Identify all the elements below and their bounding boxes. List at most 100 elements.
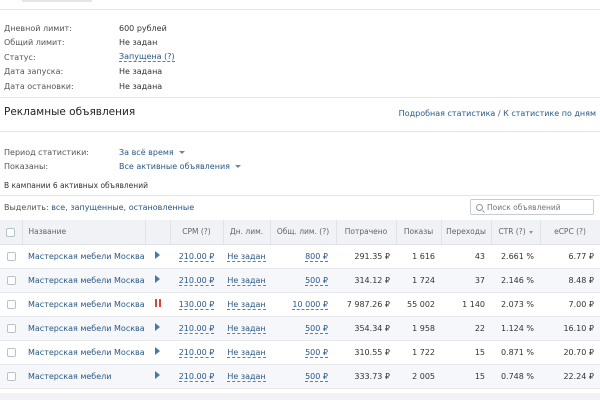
table-row[interactable]: Мастерская мебели Москва 210.00 ₽ Не задан… xyxy=(0,340,600,365)
total-limit-edit-link[interactable]: 500 ₽ xyxy=(305,323,328,334)
shows-cell: 1 958 xyxy=(396,316,441,341)
row-checkbox[interactable] xyxy=(6,323,16,333)
day-limit-edit-link[interactable]: Не задан xyxy=(227,275,266,286)
status-toggle-cell[interactable] xyxy=(145,244,170,269)
row-checkbox[interactable] xyxy=(6,299,16,309)
status-toggle-cell[interactable] xyxy=(145,364,170,389)
cpm-edit-link[interactable]: 210.00 ₽ xyxy=(178,323,215,334)
table-row[interactable]: Мастерская мебели Москва 210.00 ₽ Не задан… xyxy=(0,316,600,341)
day-limit-edit-link[interactable]: Не задан xyxy=(227,371,266,382)
search-input[interactable] xyxy=(487,202,587,212)
play-icon[interactable] xyxy=(155,347,160,355)
spent-cell: 310.55 ₽ xyxy=(336,340,396,365)
ad-name-link[interactable]: Мастерская мебели Москва xyxy=(22,292,145,317)
header-cpm[interactable]: CPM (?) xyxy=(170,220,224,245)
row-checkbox[interactable] xyxy=(6,347,16,357)
ecpc-cell: 16.10 ₽ xyxy=(540,316,600,341)
ecpc-cell: 22.24 ₽ xyxy=(540,364,600,389)
cpm-edit-link[interactable]: 210.00 ₽ xyxy=(178,347,215,358)
search-box[interactable] xyxy=(470,199,594,215)
header-clicks[interactable]: Переходы xyxy=(441,220,492,245)
detailed-stats-link[interactable]: Подробная статистика xyxy=(399,109,496,118)
total-limit-edit-link[interactable]: 500 ₽ xyxy=(305,347,328,358)
header-name[interactable]: Название xyxy=(22,220,146,245)
header-shows[interactable]: Показы xyxy=(396,220,442,245)
total-limit-cell: 500 ₽ xyxy=(270,364,336,389)
header-total-limit[interactable]: Общ. лим. (?) xyxy=(270,220,337,245)
pause-icon[interactable] xyxy=(154,299,161,307)
row-checkbox-cell xyxy=(0,364,22,389)
status-toggle-cell[interactable] xyxy=(145,268,170,293)
total-limit-edit-link[interactable]: 500 ₽ xyxy=(305,275,328,286)
ad-name-link[interactable]: Мастерская мебели Москва xyxy=(22,340,145,365)
ecpc-cell: 20.70 ₽ xyxy=(540,340,600,365)
ad-name-link[interactable]: Мастерская мебели Москва xyxy=(22,316,145,341)
daily-stats-link[interactable]: К статистике по дням xyxy=(503,109,596,118)
status-toggle-cell[interactable] xyxy=(145,316,170,341)
info-label: Дата запуска: xyxy=(4,67,64,77)
cpm-edit-link[interactable]: 210.00 ₽ xyxy=(178,275,215,286)
row-checkbox-cell xyxy=(0,292,22,317)
period-dropdown[interactable]: За всё время xyxy=(119,148,185,157)
info-label: Дата остановки: xyxy=(4,81,74,91)
play-icon[interactable] xyxy=(155,371,160,379)
header-spent[interactable]: Потрачено xyxy=(336,220,397,245)
header-day-limit[interactable]: Дн. лим. xyxy=(223,220,271,245)
clicks-cell: 1 140 xyxy=(441,292,491,317)
spent-cell: 7 987.26 ₽ xyxy=(336,292,396,317)
cpm-edit-link[interactable]: 210.00 ₽ xyxy=(178,371,215,382)
status-toggle-cell[interactable] xyxy=(145,340,170,365)
status-value-link[interactable]: Запущена (?) xyxy=(119,52,175,63)
ad-name-link[interactable]: Мастерская мебели Москва xyxy=(22,244,145,269)
total-limit-edit-link[interactable]: 800 ₽ xyxy=(305,251,328,262)
info-value: Не задана xyxy=(119,67,163,77)
day-limit-cell: Не задан xyxy=(223,292,270,317)
table-header-row: Название CPM (?) Дн. лим. Общ. лим. (?) … xyxy=(0,220,600,245)
ads-table: Название CPM (?) Дн. лим. Общ. лим. (?) … xyxy=(0,220,600,389)
period-value: За всё время xyxy=(119,147,174,157)
shown-dropdown[interactable]: Все активные объявления xyxy=(119,162,241,171)
table-row[interactable]: Мастерская мебели Москва 210.00 ₽ Не задан… xyxy=(0,268,600,293)
info-label: Дневной лимит: xyxy=(4,23,72,33)
header-ecpc[interactable]: eCPC (?) xyxy=(540,220,600,245)
table-row[interactable]: Мастерская мебели 210.00 ₽ Не задан 500 ₽ 33… xyxy=(0,364,600,389)
play-icon[interactable] xyxy=(155,251,160,259)
ad-name-link[interactable]: Мастерская мебели Москва xyxy=(22,268,145,293)
day-limit-cell: Не задан xyxy=(223,364,270,389)
row-checkbox[interactable] xyxy=(6,251,16,261)
spent-cell: 291.35 ₽ xyxy=(336,244,396,269)
total-limit-edit-link[interactable]: 500 ₽ xyxy=(305,371,328,382)
play-icon[interactable] xyxy=(155,275,160,283)
select-all-checkbox[interactable] xyxy=(6,227,16,237)
table-row[interactable]: Мастерская мебели Москва 210.00 ₽ Не задан… xyxy=(0,244,600,269)
info-row-total-limit: Общий лимит: Не задан xyxy=(4,36,175,51)
cpm-edit-link[interactable]: 210.00 ₽ xyxy=(178,251,215,262)
clicks-cell: 22 xyxy=(441,316,491,341)
top-divider xyxy=(0,9,600,10)
status-toggle-cell[interactable] xyxy=(145,292,170,317)
select-all-link[interactable]: все xyxy=(51,203,65,212)
spent-cell: 354.34 ₽ xyxy=(336,316,396,341)
shows-cell: 1 722 xyxy=(396,340,441,365)
row-checkbox[interactable] xyxy=(6,371,16,381)
ads-count-note: В кампании 6 активных объявлений xyxy=(4,181,148,190)
ctr-cell: 2.661 % xyxy=(491,244,540,269)
select-prefix: Выделить: xyxy=(4,203,49,212)
ad-name-link[interactable]: Мастерская мебели xyxy=(22,364,145,389)
header-ctr[interactable]: CTR (?) xyxy=(491,220,541,245)
select-running-link[interactable]: запущенные xyxy=(70,203,123,212)
table-row[interactable]: Мастерская мебели Москва 130.00 ₽ Не задан… xyxy=(0,292,600,317)
day-limit-edit-link[interactable]: Не задан xyxy=(227,251,266,262)
day-limit-edit-link[interactable]: Не задан xyxy=(227,323,266,334)
play-icon[interactable] xyxy=(155,323,160,331)
cpm-edit-link[interactable]: 130.00 ₽ xyxy=(178,299,215,310)
day-limit-edit-link[interactable]: Не задан xyxy=(227,299,266,310)
row-checkbox-cell xyxy=(0,340,22,365)
filters-divider xyxy=(0,131,600,132)
info-value: Не задан xyxy=(119,38,158,48)
select-stopped-link[interactable]: остановленные xyxy=(129,203,194,212)
day-limit-edit-link[interactable]: Не задан xyxy=(227,347,266,358)
row-checkbox[interactable] xyxy=(6,275,16,285)
shown-value: Все активные объявления xyxy=(119,161,230,171)
total-limit-edit-link[interactable]: 10 000 ₽ xyxy=(292,299,328,310)
